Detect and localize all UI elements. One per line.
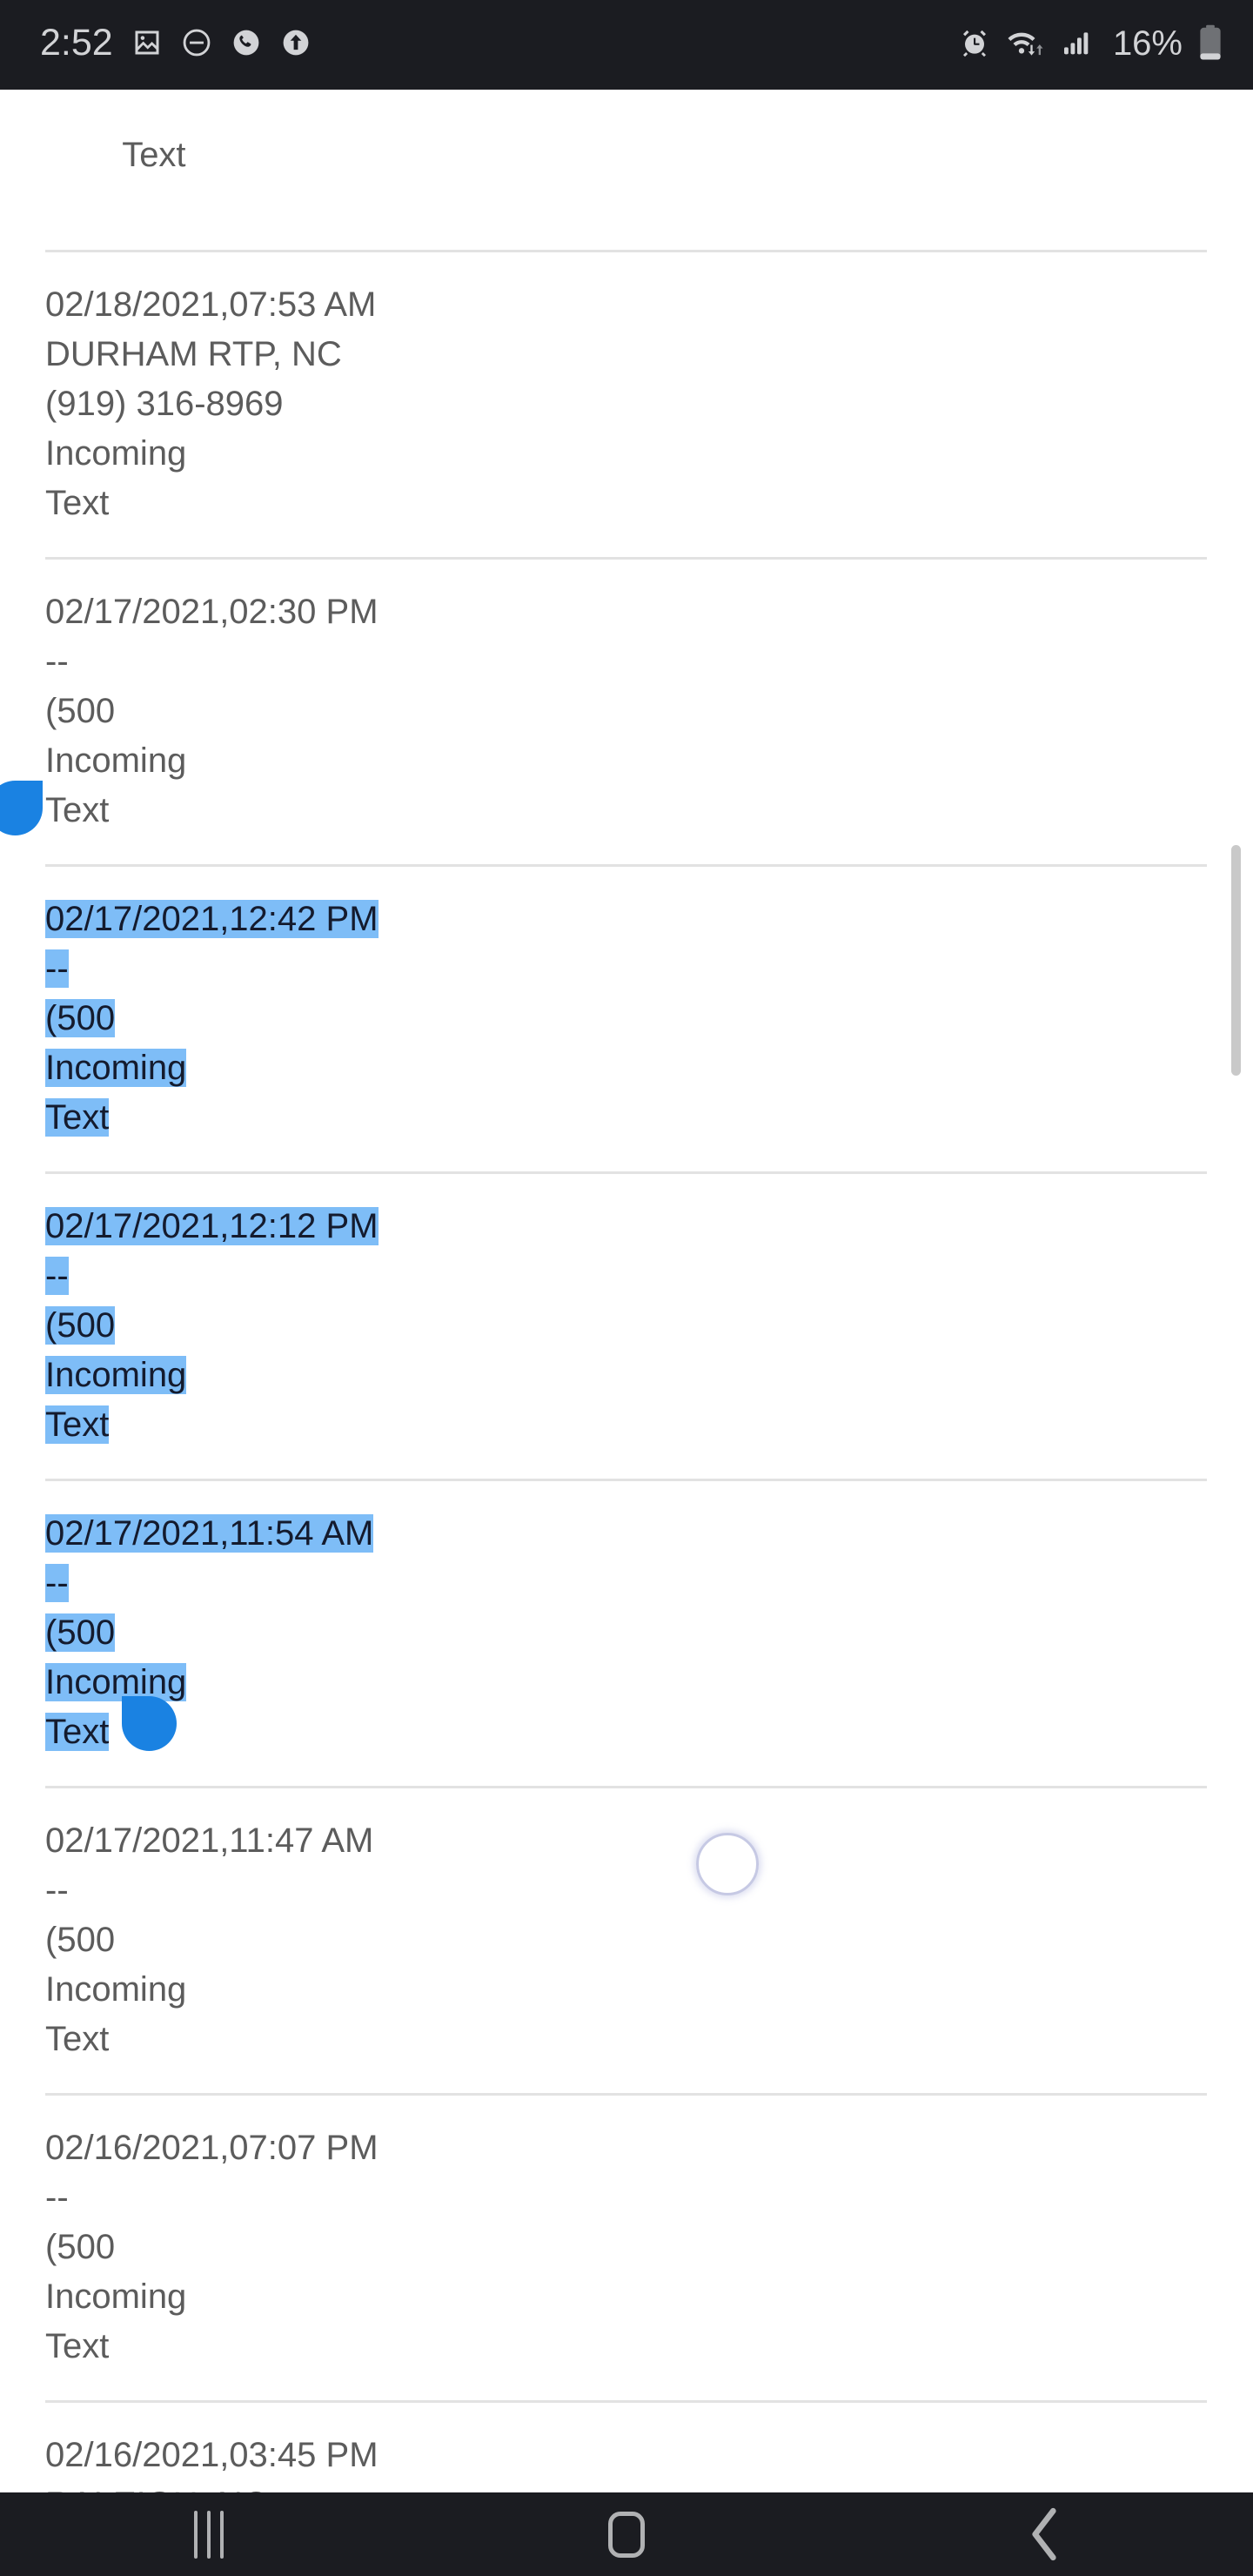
log-line-timestamp: 02/17/2021,11:47 AM: [45, 1821, 374, 1860]
log-line-type: Text: [45, 1713, 110, 1751]
phone-call-icon: [231, 27, 262, 63]
phone-screen: 2:52 16% Text 02/18/2021,07:53 AM DURHAM…: [0, 0, 1253, 2576]
log-line-timestamp: 02/16/2021,03:45 PM: [45, 2436, 379, 2474]
log-line-number: (919) 316-8969: [45, 385, 284, 423]
photo-icon: [131, 27, 163, 63]
log-line-timestamp: 02/17/2021,02:30 PM: [45, 593, 379, 631]
log-line-type: Text: [45, 2020, 110, 2058]
partial-top-entry[interactable]: Text: [0, 90, 1253, 250]
log-line-direction: Incoming: [45, 741, 187, 780]
log-line-type: Text: [45, 484, 110, 522]
log-line-number: (500: [45, 999, 116, 1037]
call-log-entry[interactable]: 02/16/2021,03:45 PM RALEIGH, NC (919) 27…: [0, 2431, 1253, 2492]
do-not-disturb-icon: [181, 27, 212, 63]
log-line-direction: Incoming: [45, 1049, 187, 1087]
log-line-location: --: [45, 642, 69, 681]
call-log-entry-selected[interactable]: 02/17/2021,11:54 AM -- (500 Incoming Tex…: [0, 1509, 1253, 1757]
call-log-entry[interactable]: 02/17/2021,11:47 AM -- (500 Incoming Tex…: [0, 1816, 1253, 2064]
log-line-timestamp: 02/16/2021,07:07 PM: [45, 2129, 379, 2167]
log-line-direction: Incoming: [45, 1970, 187, 2009]
log-line-location: --: [45, 1257, 69, 1295]
status-bar-clock: 2:52: [40, 22, 113, 64]
call-log-entry[interactable]: 02/17/2021,02:30 PM -- (500 Incoming Tex…: [0, 587, 1253, 835]
recents-button[interactable]: [113, 2492, 305, 2576]
log-line-timestamp: 02/17/2021,12:12 PM: [45, 1207, 379, 1245]
log-line-direction: Incoming: [45, 2277, 187, 2316]
log-line-number: (500: [45, 2228, 116, 2266]
battery-percent-label: 16%: [1112, 23, 1183, 63]
touch-indicator-circle: [696, 1833, 759, 1895]
log-line: Text: [122, 136, 186, 174]
call-log-entry[interactable]: 02/18/2021,07:53 AM DURHAM RTP, NC (919)…: [0, 280, 1253, 528]
call-log-scroll-area[interactable]: Text 02/18/2021,07:53 AM DURHAM RTP, NC …: [0, 90, 1253, 2492]
scrollbar-thumb[interactable]: [1231, 845, 1241, 1076]
log-line-location: --: [45, 1564, 69, 1602]
log-line-location: DURHAM RTP, NC: [45, 335, 342, 373]
log-line-location: --: [45, 2178, 69, 2217]
log-line-number: (500: [45, 1306, 116, 1345]
log-line-location: RALEIGH, NC: [45, 2480, 1253, 2492]
log-line-direction: Incoming: [45, 1663, 187, 1701]
status-bar: 2:52 16%: [0, 0, 1253, 90]
back-chevron-icon: [1022, 2506, 1066, 2563]
scrollbar-track[interactable]: [1231, 90, 1241, 2492]
log-line-type: Text: [45, 1098, 110, 1137]
log-line-number: (500: [45, 1613, 116, 1652]
log-line-timestamp: 02/17/2021,11:54 AM: [45, 1514, 374, 1553]
selection-end-handle[interactable]: [122, 1696, 177, 1751]
log-line-timestamp: 02/17/2021,12:42 PM: [45, 900, 379, 938]
log-line-location: --: [45, 949, 69, 988]
alarm-icon: [957, 25, 992, 64]
cellular-signal-icon: [1060, 25, 1095, 64]
home-icon: [608, 2511, 645, 2558]
log-line-type: Text: [45, 2327, 110, 2365]
call-log-entry-selected[interactable]: 02/17/2021,12:42 PM -- (500 Incoming Tex…: [0, 895, 1253, 1143]
log-line-type: Text: [45, 1405, 110, 1444]
recents-icon: [194, 2510, 224, 2559]
back-button[interactable]: [948, 2492, 1140, 2576]
status-bar-right: 16%: [957, 23, 1223, 67]
log-line-type: Text: [45, 791, 110, 829]
log-line-direction: Incoming: [45, 434, 187, 473]
navigation-bar: [0, 2492, 1253, 2576]
log-line-direction: Incoming: [45, 1356, 187, 1394]
status-bar-left: 2:52: [40, 22, 957, 64]
log-line-location: --: [45, 1871, 69, 1909]
battery-icon: [1197, 23, 1223, 67]
upload-arrow-icon: [280, 27, 312, 63]
call-log-entry[interactable]: 02/16/2021,07:07 PM -- (500 Incoming Tex…: [0, 2123, 1253, 2371]
log-line-timestamp: 02/18/2021,07:53 AM: [45, 285, 377, 324]
log-line-number: (500: [45, 692, 116, 730]
wifi-icon: [1007, 25, 1045, 64]
home-button[interactable]: [531, 2492, 722, 2576]
call-log-entry-selected[interactable]: 02/17/2021,12:12 PM -- (500 Incoming Tex…: [0, 1202, 1253, 1450]
log-line-number: (500: [45, 1921, 116, 1959]
